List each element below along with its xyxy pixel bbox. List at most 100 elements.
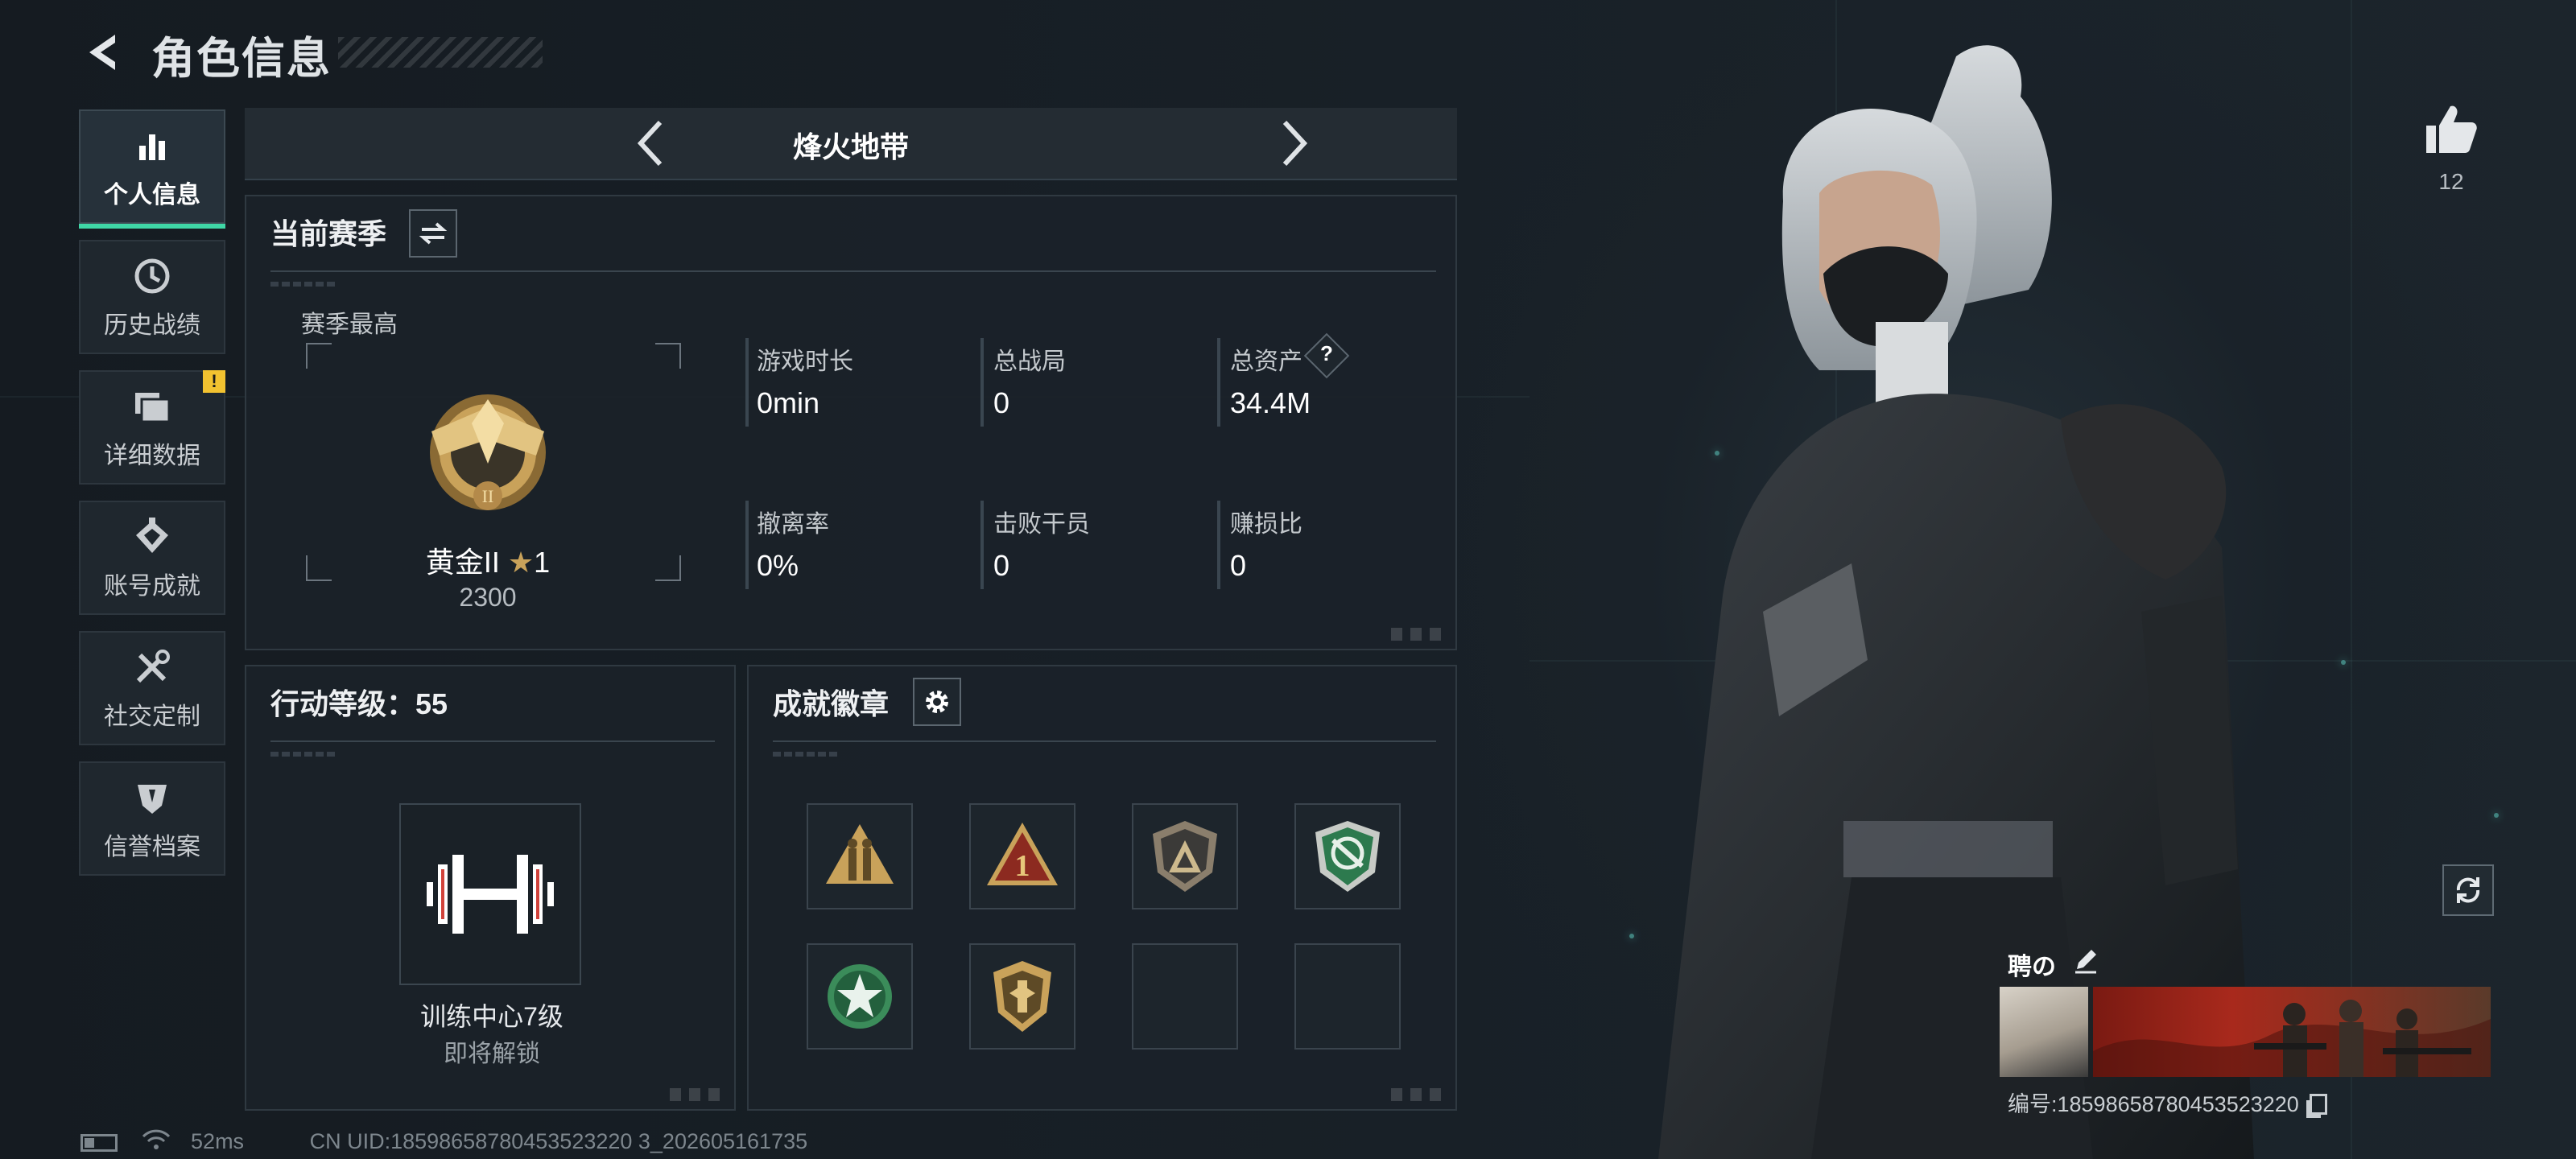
action-level-panel: 行动等级：55 训练中心7级 即将解锁 [245, 665, 736, 1111]
achievement-icon [130, 514, 175, 559]
soldiers-badge-icon [826, 824, 894, 884]
badge-slot[interactable] [1294, 803, 1401, 909]
divider-dots [773, 752, 837, 757]
stat-value-assets: 34.4M [1230, 386, 1311, 419]
badge-slot-empty[interactable] [1132, 943, 1238, 1050]
switch-season-button[interactable] [409, 209, 457, 258]
sidebar-item-label: 个人信息 [104, 182, 200, 208]
gear-icon [926, 691, 948, 713]
badges-panel: 成就徽章 1 [747, 665, 1457, 1111]
stat-accent [745, 338, 749, 427]
green-star-badge-icon [828, 964, 892, 1029]
name-card-banner [2093, 987, 2491, 1077]
next-mode-button[interactable] [1265, 114, 1323, 172]
stat-value-profit-ratio: 0 [1230, 549, 1247, 582]
clock-icon [130, 254, 175, 299]
sparkle [2341, 660, 2346, 665]
back-arrow-icon [89, 35, 115, 70]
chevron-right-icon [1282, 120, 1308, 167]
tools-icon [130, 645, 175, 690]
mode-selector: 烽火地带 [245, 108, 1457, 180]
stat-label-playtime: 游戏时长 [757, 349, 853, 375]
shield-icon [130, 775, 175, 820]
badge-slot[interactable] [1132, 803, 1238, 909]
rank-stars: 1 [534, 546, 551, 579]
stat-accent [1217, 338, 1220, 427]
dumbbell-icon [427, 855, 554, 934]
stat-accent [1217, 501, 1220, 589]
refresh-icon [2456, 877, 2480, 903]
action-level-label: 行动等级： [270, 687, 416, 720]
stat-value-extract-rate: 0% [757, 549, 799, 582]
badge-slot-empty[interactable] [1294, 943, 1401, 1050]
triangle-one-badge-icon: 1 [987, 823, 1058, 885]
divider-dots [270, 752, 335, 757]
stat-value-playtime: 0min [757, 386, 820, 419]
shield-a-badge-icon [1153, 821, 1217, 892]
sidebar-item-label: 历史战绩 [104, 312, 200, 339]
season-header: 当前赛季 [270, 217, 387, 250]
divider [773, 740, 1436, 742]
thumbs-up-icon[interactable] [2423, 103, 2479, 156]
rank-name: 黄金II [425, 546, 500, 579]
divider-dots [270, 282, 335, 287]
back-button[interactable] [74, 24, 130, 80]
sidebar-item-personal-info[interactable]: 个人信息 [79, 109, 225, 229]
like-count: 12 [2438, 169, 2464, 194]
star-icon: ★ [507, 546, 535, 579]
stat-label-extract-rate: 撤离率 [757, 511, 829, 538]
help-icon: ? [1320, 341, 1333, 365]
frame-corner [306, 343, 332, 369]
title-decoration [338, 37, 543, 68]
sidebar-item-detailed-data[interactable]: ! 详细数据 [79, 370, 225, 485]
corner-decoration [670, 1088, 726, 1101]
stat-value-kills: 0 [993, 549, 1010, 582]
svg-text:1: 1 [1015, 849, 1030, 883]
uid-text: CN UID:18598658780453523220 3_2026051617… [309, 1128, 808, 1153]
badge-slot[interactable] [969, 943, 1075, 1050]
badge-slot[interactable]: 1 [969, 803, 1075, 909]
badge-settings-button[interactable] [913, 678, 961, 726]
player-serial: 编号:18598658780453523220 [2008, 1087, 2328, 1118]
season-best-label: 赛季最高 [301, 311, 398, 338]
divider [270, 270, 1436, 272]
frame-corner [655, 343, 681, 369]
swap-icon [419, 222, 448, 245]
unlock-status: 即将解锁 [444, 1041, 540, 1067]
grid-line [2351, 0, 2352, 1159]
sidebar-item-reputation[interactable]: 信誉档案 [79, 761, 225, 876]
sparkle [2494, 813, 2499, 818]
sidebar-item-history[interactable]: 历史战绩 [79, 240, 225, 354]
badge-slot[interactable] [807, 803, 913, 909]
rank-line: 黄金II ★1 [246, 539, 729, 581]
stat-label-assets: 总资产 [1230, 349, 1302, 375]
badge-slot[interactable] [807, 943, 913, 1050]
rotate-character-button[interactable] [2442, 864, 2494, 916]
sidebar-item-social[interactable]: 社交定制 [79, 631, 225, 745]
ping-text: 52ms [191, 1128, 245, 1153]
rank-score: 2300 [459, 583, 517, 612]
copy-icon[interactable] [2310, 1094, 2328, 1115]
action-level-header: 行动等级：55 [270, 681, 448, 723]
edit-icon[interactable] [2072, 947, 2099, 974]
sidebar-item-label: 账号成就 [104, 573, 200, 600]
corner-decoration [1391, 628, 1447, 641]
folders-icon [130, 384, 175, 429]
sidebar-item-label: 信誉档案 [104, 834, 200, 860]
training-center-tile[interactable] [399, 803, 581, 985]
soldiers-art [2093, 1000, 2491, 1077]
stat-accent [745, 501, 749, 589]
sidebar-item-achievements[interactable]: 账号成就 [79, 501, 225, 615]
svg-text:II: II [482, 486, 494, 506]
badges-header: 成就徽章 [773, 687, 890, 720]
stat-accent [980, 338, 984, 427]
divider [270, 740, 715, 742]
gold-shield-badge-icon [993, 961, 1051, 1032]
serial-text: 编号:18598658780453523220 [2008, 1092, 2299, 1116]
player-name: 聘の [2008, 954, 2056, 980]
alert-badge: ! [203, 370, 225, 393]
page-title: 角色信息 [151, 35, 332, 83]
avatar[interactable] [2000, 987, 2088, 1077]
sidebar-item-label: 社交定制 [104, 703, 200, 730]
action-level-value: 55 [415, 687, 448, 720]
